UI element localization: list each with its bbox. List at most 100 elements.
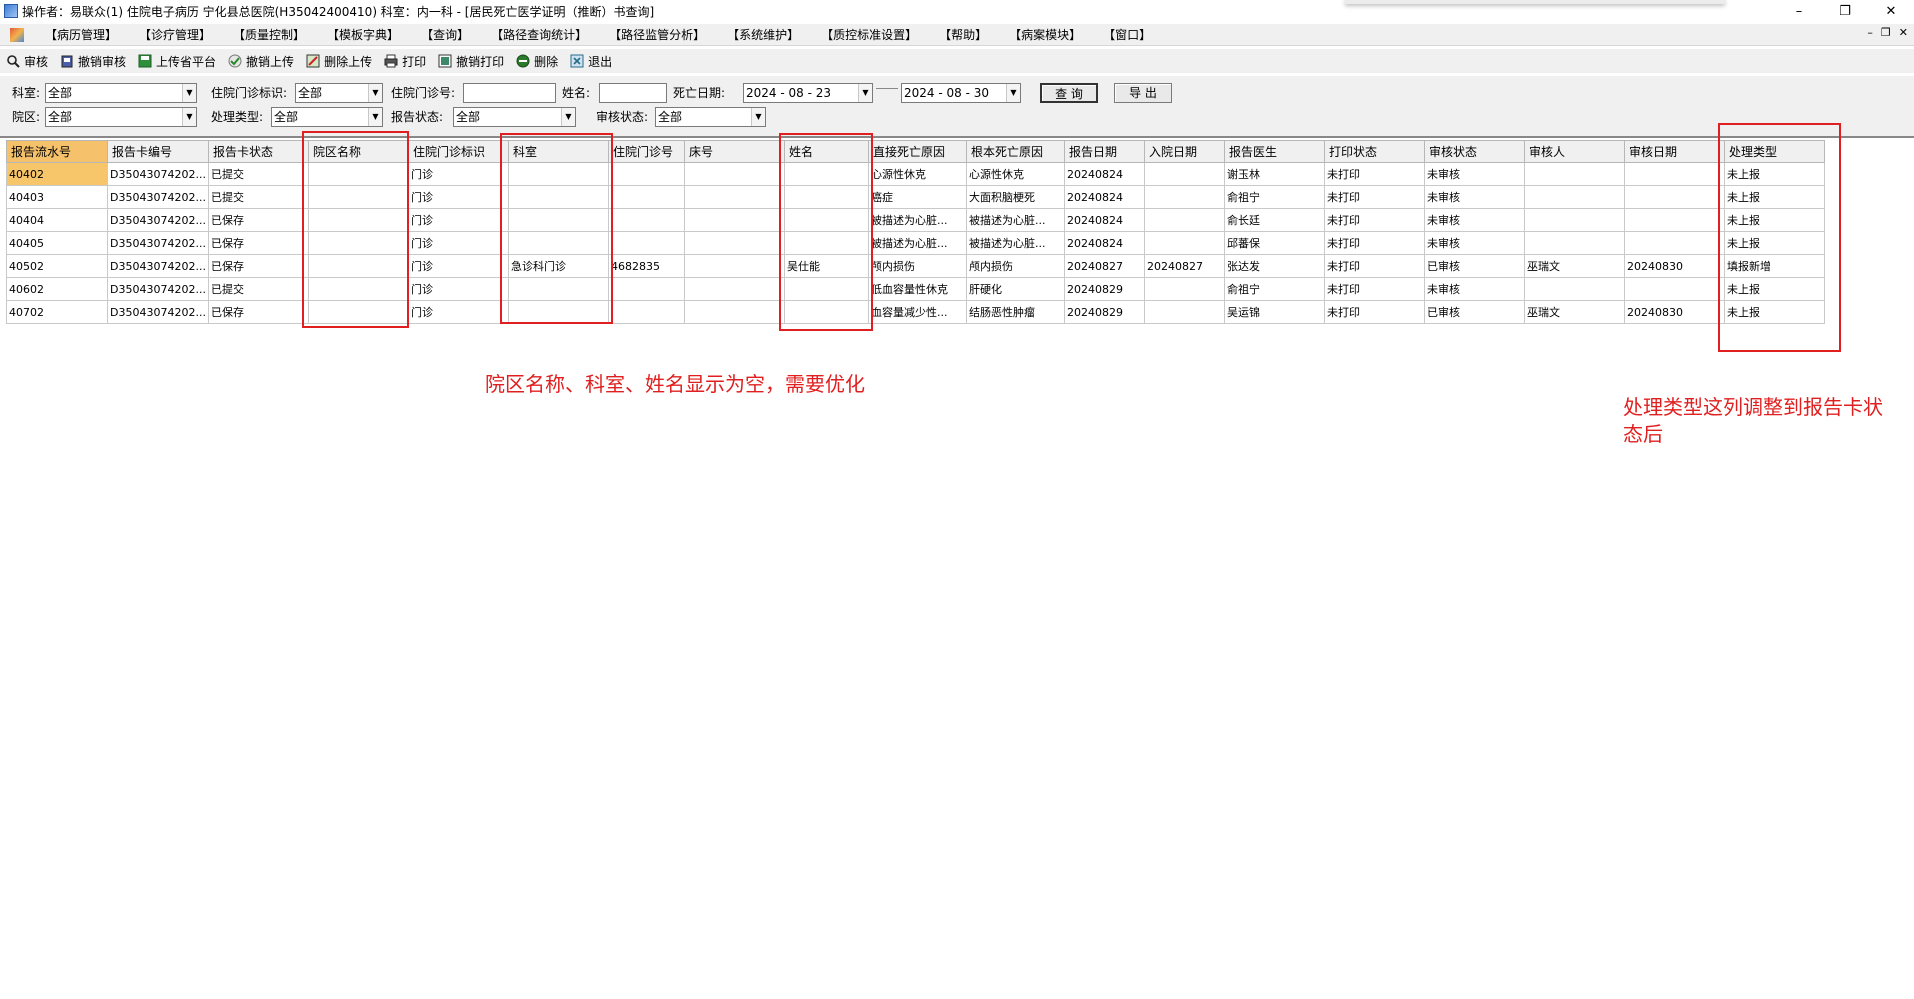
table-cell[interactable]: 未打印 [1323, 277, 1425, 301]
table-cell[interactable] [683, 162, 785, 186]
table-cell[interactable]: 已提交 [207, 162, 309, 186]
table-cell[interactable]: 未审核 [1423, 231, 1525, 255]
table-cell[interactable] [1143, 162, 1225, 186]
table-cell[interactable] [1143, 231, 1225, 255]
menu-item-path-monitor[interactable]: 【路径监管分析】 [598, 24, 716, 46]
column-header[interactable]: 报告卡状态 [207, 140, 309, 163]
table-cell[interactable]: 20240829 [1063, 277, 1145, 301]
column-header[interactable]: 审核人 [1523, 140, 1625, 163]
table-cell[interactable] [683, 208, 785, 232]
table-cell[interactable]: 肝硬化 [965, 277, 1065, 301]
table-cell[interactable] [1523, 208, 1625, 232]
delete-button[interactable]: 删除 [510, 50, 564, 72]
table-cell[interactable]: 心源性休克 [965, 162, 1065, 186]
table-cell[interactable] [1623, 162, 1725, 186]
table-cell[interactable] [1623, 185, 1725, 209]
table-cell[interactable]: 未打印 [1323, 208, 1425, 232]
table-cell[interactable] [1143, 300, 1225, 324]
column-header[interactable]: 报告日期 [1063, 140, 1145, 163]
menu-item-record[interactable]: 【病历管理】 [34, 24, 128, 46]
table-cell[interactable] [1623, 231, 1725, 255]
table-cell[interactable]: 已审核 [1423, 254, 1525, 278]
undo-review-button[interactable]: 撤销审核 [54, 50, 132, 72]
table-cell[interactable] [683, 300, 785, 324]
table-cell[interactable]: 已保存 [207, 208, 309, 232]
dept-select[interactable]: 全部 ▼ [45, 83, 197, 103]
table-cell[interactable] [683, 231, 785, 255]
table-cell[interactable]: 被描述为心脏... [867, 208, 967, 232]
delete-upload-button[interactable]: 删除上传 [300, 50, 378, 72]
table-cell[interactable]: D35043074202... [107, 231, 209, 255]
print-button[interactable]: 打印 [378, 50, 432, 72]
undo-print-button[interactable]: 撤销打印 [432, 50, 510, 72]
table-cell[interactable]: 门诊 [407, 185, 509, 209]
exit-button[interactable]: 退出 [564, 50, 618, 72]
column-header[interactable]: 报告卡编号 [107, 140, 209, 163]
table-cell[interactable]: 低血容量性休克 [867, 277, 967, 301]
column-header[interactable]: 审核状态 [1423, 140, 1525, 163]
mdi-restore-icon[interactable]: ❐ [1881, 26, 1891, 39]
table-cell[interactable]: 门诊 [407, 254, 509, 278]
table-cell[interactable]: 未审核 [1423, 162, 1525, 186]
export-button[interactable]: 导 出 [1114, 83, 1172, 103]
table-cell[interactable]: 20240824 [1063, 162, 1145, 186]
table-cell[interactable]: 已审核 [1423, 300, 1525, 324]
column-header[interactable]: 住院门诊号 [607, 140, 685, 163]
table-cell[interactable]: 大面积脑梗死 [965, 185, 1065, 209]
mdi-close-icon[interactable]: ✕ [1899, 26, 1908, 39]
menu-item-quality[interactable]: 【质量控制】 [222, 24, 316, 46]
table-cell[interactable]: 20240824 [1063, 231, 1145, 255]
menu-item-qc-standard[interactable]: 【质控标准设置】 [810, 24, 928, 46]
table-cell[interactable]: 血容量减少性... [867, 300, 967, 324]
table-cell[interactable]: 已保存 [207, 300, 309, 324]
menu-item-case-module[interactable]: 【病案模块】 [998, 24, 1092, 46]
table-cell[interactable]: 巫瑞文 [1523, 254, 1625, 278]
column-header[interactable]: 报告流水号 [6, 140, 108, 163]
mdi-minimize-icon[interactable]: – [1867, 26, 1873, 39]
table-cell[interactable]: 谢玉林 [1223, 162, 1325, 186]
table-cell[interactable]: D35043074202... [107, 162, 209, 186]
table-cell[interactable]: 20240827 [1143, 254, 1225, 278]
table-cell[interactable] [1143, 208, 1225, 232]
restore-icon[interactable]: ❐ [1822, 0, 1868, 22]
campus-select[interactable]: 全部 ▼ [45, 107, 197, 127]
table-cell[interactable] [683, 254, 785, 278]
undo-upload-button[interactable]: 撤销上传 [222, 50, 300, 72]
table-cell[interactable] [1523, 185, 1625, 209]
table-cell[interactable]: 俞祖宁 [1223, 185, 1325, 209]
table-cell[interactable]: 门诊 [407, 277, 509, 301]
column-header[interactable]: 床号 [683, 140, 785, 163]
table-cell[interactable] [1523, 162, 1625, 186]
visit-no-input[interactable] [463, 83, 556, 103]
menu-item-help[interactable]: 【帮助】 [928, 24, 998, 46]
table-cell[interactable]: D35043074202... [107, 185, 209, 209]
date-from-picker[interactable]: 2024 - 08 - 23 ▼ [743, 83, 873, 103]
close-icon[interactable]: ✕ [1868, 0, 1914, 22]
table-cell[interactable]: 颅内损伤 [867, 254, 967, 278]
table-row[interactable]: 40402 D35043074202... 已提交 门诊 心源性休克 心源性休克 20240… [6, 162, 1825, 186]
table-cell[interactable]: 40405 [6, 231, 108, 255]
menu-item-query[interactable]: 【查询】 [410, 24, 480, 46]
table-cell[interactable]: 40402 [6, 162, 108, 186]
menu-item-template[interactable]: 【模板字典】 [316, 24, 410, 46]
table-cell[interactable]: 颅内损伤 [965, 254, 1065, 278]
table-row[interactable]: 40502 D35043074202... 已保存 门诊 急诊科门诊 4682835 吴仕能… [6, 254, 1825, 278]
table-cell[interactable]: 门诊 [407, 162, 509, 186]
table-cell[interactable]: 未审核 [1423, 185, 1525, 209]
review-button[interactable]: 审核 [0, 50, 54, 72]
table-cell[interactable]: D35043074202... [107, 300, 209, 324]
column-header[interactable]: 根本死亡原因 [965, 140, 1065, 163]
table-cell[interactable]: 20240824 [1063, 208, 1145, 232]
table-cell[interactable]: 巫瑞文 [1523, 300, 1625, 324]
table-cell[interactable] [607, 231, 685, 255]
table-cell[interactable]: 未审核 [1423, 277, 1525, 301]
review-status-select[interactable]: 全部 ▼ [655, 107, 766, 127]
table-cell[interactable]: 俞祖宁 [1223, 277, 1325, 301]
table-cell[interactable]: 癌症 [867, 185, 967, 209]
table-cell[interactable] [607, 300, 685, 324]
table-cell[interactable]: 被描述为心脏... [965, 231, 1065, 255]
table-cell[interactable]: D35043074202... [107, 254, 209, 278]
table-cell[interactable]: 已提交 [207, 185, 309, 209]
handle-type-select[interactable]: 全部 ▼ [271, 107, 383, 127]
table-cell[interactable]: 20240829 [1063, 300, 1145, 324]
